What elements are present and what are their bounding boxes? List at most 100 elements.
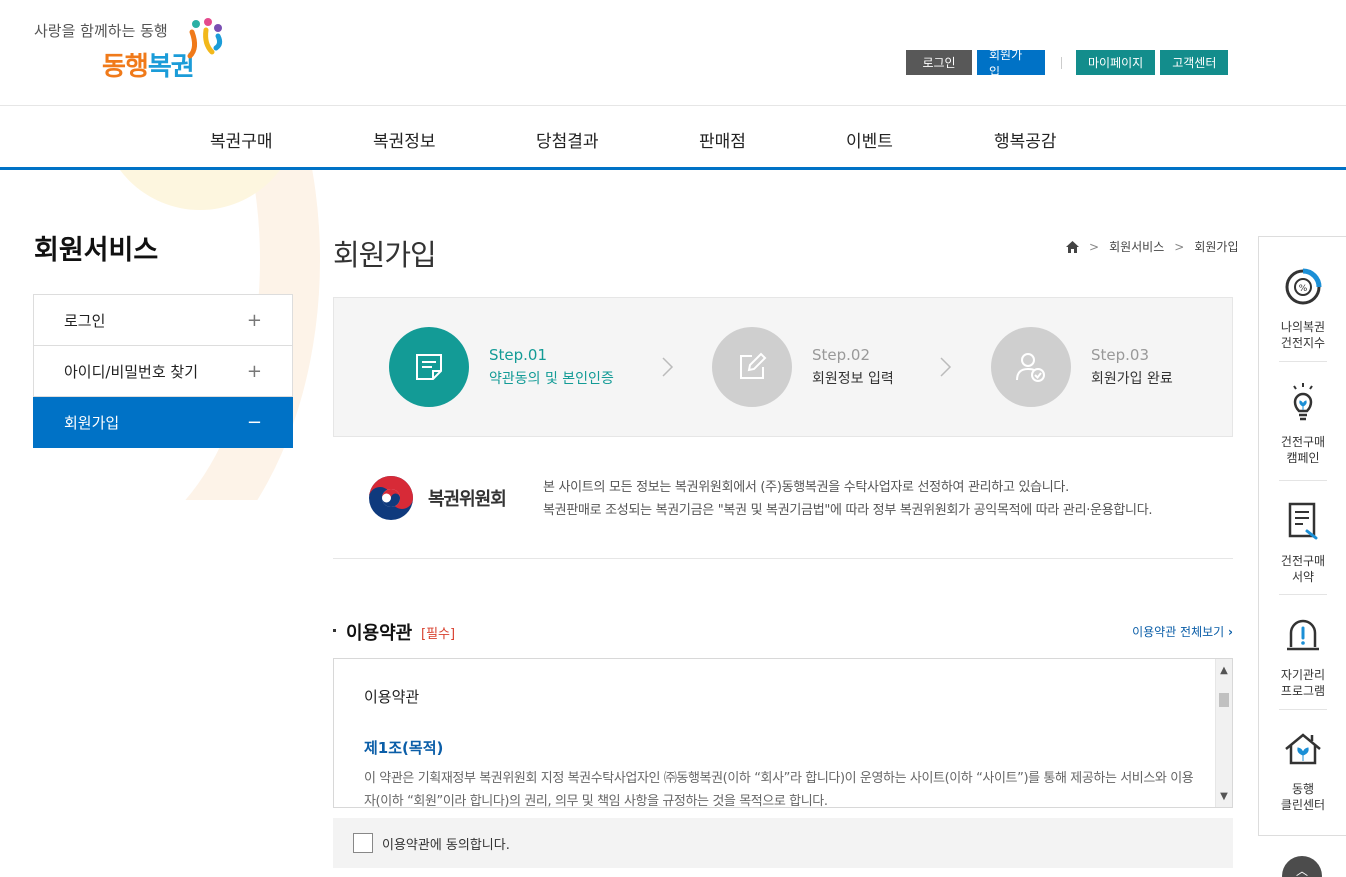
lnb-item-label: 로그인 <box>64 311 106 330</box>
chevron-right-icon <box>662 357 674 377</box>
quick-label: 클린센터 <box>1280 798 1326 812</box>
quick-label: 나의복권 <box>1280 320 1326 334</box>
scroll-to-top-button[interactable]: ︿ <box>1282 856 1322 877</box>
terms-header: 이용약관 [필수] 이용약관 전체보기 › <box>333 619 1233 644</box>
site-header: 사랑을 함께하는 동행 동행복권 로그인 회원가입 마이페이지 고객센터 <box>0 0 1346 106</box>
house-sprout-icon <box>1285 733 1321 765</box>
quick-item-pledge[interactable]: 건전구매서약 <box>1259 501 1346 585</box>
gnb-item-info[interactable]: 복권정보 <box>373 127 436 152</box>
plus-icon: + <box>246 309 262 331</box>
home-icon[interactable] <box>1066 240 1079 253</box>
quick-label: 동행 <box>1291 782 1315 796</box>
breadcrumb-item-current: 회원가입 <box>1194 240 1239 254</box>
step-3: Step.03 회원가입 완료 <box>991 327 1173 407</box>
mypage-button[interactable]: 마이페이지 <box>1076 50 1156 75</box>
breadcrumb: > 회원서비스 > 회원가입 <box>1066 238 1239 255</box>
terms-agree-checkbox[interactable] <box>353 833 373 853</box>
chevron-right-icon: › <box>1228 625 1233 639</box>
chevron-right-icon <box>940 357 952 377</box>
quick-label: 건전지수 <box>1280 336 1326 350</box>
bullet-icon <box>333 629 336 632</box>
org-logo: 복권위원회 <box>368 475 507 521</box>
required-badge: [필수] <box>421 627 456 642</box>
chevron-up-icon: ︿ <box>1295 864 1308 877</box>
step-number: Step.01 <box>489 346 548 364</box>
support-button[interactable]: 고객센터 <box>1160 50 1229 75</box>
breadcrumb-separator: > <box>1089 239 1100 254</box>
terms-agree-row: 이용약관에 동의합니다. <box>333 818 1233 868</box>
step-number: Step.03 <box>1091 346 1150 364</box>
login-button[interactable]: 로그인 <box>906 50 972 75</box>
quick-item-health-index[interactable]: % 나의복권건전지수 <box>1259 267 1346 351</box>
join-button[interactable]: 회원가입 <box>977 48 1045 79</box>
quick-label: 캠페인 <box>1286 451 1320 465</box>
terms-box-heading: 이용약관 <box>364 688 420 706</box>
gnb-item-purchase[interactable]: 복권구매 <box>210 127 273 152</box>
plus-icon: + <box>246 360 262 382</box>
quick-label: 건전구매 <box>1280 554 1326 568</box>
quick-divider <box>1279 361 1327 362</box>
lightbulb-icon <box>1293 383 1313 421</box>
logo-brand-a: 동행 <box>102 52 149 82</box>
organization-info: 복권위원회 본 사이트의 모든 정보는 복권위원회에서 (주)동행복권을 수탁사… <box>333 460 1233 559</box>
terms-scrollbar[interactable]: ▲ ▼ <box>1215 659 1232 807</box>
org-description-line: 복권판매로 조성되는 복권기금은 "복권 및 복권기금법"에 따라 정부 복권위… <box>543 503 1153 518</box>
step-circle <box>712 327 792 407</box>
quick-item-self-management[interactable]: 자기관리프로그램 <box>1259 615 1346 699</box>
quick-divider <box>1279 709 1327 710</box>
site-logo[interactable]: 사랑을 함께하는 동행 동행복권 <box>34 18 234 90</box>
user-check-icon <box>1016 353 1045 382</box>
quick-item-clean-center[interactable]: 동행클린센터 <box>1259 729 1346 813</box>
lnb-item-find-account[interactable]: 아이디/비밀번호 찾기 + <box>33 346 293 397</box>
scroll-thumb[interactable] <box>1219 693 1229 707</box>
terms-agree-label[interactable]: 이용약관에 동의합니다. <box>382 834 510 853</box>
step-label: 약관동의 및 본인인증 <box>489 371 614 387</box>
scroll-up-icon[interactable]: ▲ <box>1216 661 1232 679</box>
org-name: 복권위원회 <box>428 489 507 510</box>
view-all-terms-link[interactable]: 이용약관 전체보기 › <box>1132 623 1233 640</box>
quick-item-campaign[interactable]: 건전구매캠페인 <box>1259 382 1346 466</box>
svg-text:%: % <box>1299 284 1308 294</box>
alert-siren-icon <box>1287 619 1319 651</box>
scroll-down-icon[interactable]: ▼ <box>1216 787 1232 805</box>
document-pen-icon <box>1288 502 1318 540</box>
breadcrumb-separator: > <box>1174 239 1185 254</box>
terms-title: 이용약관 <box>346 623 413 644</box>
lnb-item-label: 회원가입 <box>64 413 120 432</box>
minus-icon: − <box>246 411 262 433</box>
step-number: Step.02 <box>812 346 871 364</box>
logo-brand: 동행복권 <box>102 46 195 83</box>
utility-divider <box>1061 56 1062 69</box>
step-circle <box>389 327 469 407</box>
logo-mark-icon <box>187 18 223 59</box>
quick-label: 서약 <box>1291 570 1315 584</box>
join-steps: Step.01 약관동의 및 본인인증 Step.02 회원정보 입력 Step… <box>333 297 1233 437</box>
step-circle <box>991 327 1071 407</box>
step-label: 회원정보 입력 <box>812 371 894 387</box>
gnb-item-happiness[interactable]: 행복공감 <box>994 127 1057 152</box>
lnb-item-label: 아이디/비밀번호 찾기 <box>64 362 199 381</box>
article-title: 제1조(목적) <box>364 739 444 757</box>
side-navigation: 로그인 + 아이디/비밀번호 찾기 + 회원가입 − <box>33 294 293 448</box>
gnb-item-results[interactable]: 당첨결과 <box>536 127 599 152</box>
gnb-item-stores[interactable]: 판매점 <box>699 127 746 152</box>
org-description: 본 사이트의 모든 정보는 복권위원회에서 (주)동행복권을 수탁사업자로 선정… <box>543 476 1153 522</box>
quick-divider <box>1279 480 1327 481</box>
quick-label: 자기관리 <box>1280 668 1326 682</box>
breadcrumb-item[interactable]: 회원서비스 <box>1109 238 1164 255</box>
percent-gauge-icon: % <box>1285 268 1322 305</box>
quick-label: 건전구매 <box>1280 435 1326 449</box>
lnb-item-join[interactable]: 회원가입 − <box>33 397 293 448</box>
gnb-item-events[interactable]: 이벤트 <box>846 127 893 152</box>
page-title: 회원가입 <box>333 238 437 272</box>
taegeuk-icon <box>369 476 413 520</box>
terms-content-box[interactable]: 이용약관 제1조(목적) 이 약관은 기획재정부 복권위원회 지정 복권수탁사업… <box>333 658 1233 808</box>
view-all-label: 이용약관 전체보기 <box>1132 625 1225 639</box>
org-description-line: 본 사이트의 모든 정보는 복권위원회에서 (주)동행복권을 수탁사업자로 선정… <box>543 480 1069 495</box>
logo-slogan: 사랑을 함께하는 동행 <box>34 22 168 40</box>
lnb-item-login[interactable]: 로그인 + <box>33 295 293 346</box>
step-label: 회원가입 완료 <box>1091 371 1173 387</box>
main-navigation: 복권구매 복권정보 당첨결과 판매점 이벤트 행복공감 <box>0 107 1346 170</box>
memo-icon <box>416 354 442 380</box>
quick-label: 프로그램 <box>1280 684 1326 698</box>
